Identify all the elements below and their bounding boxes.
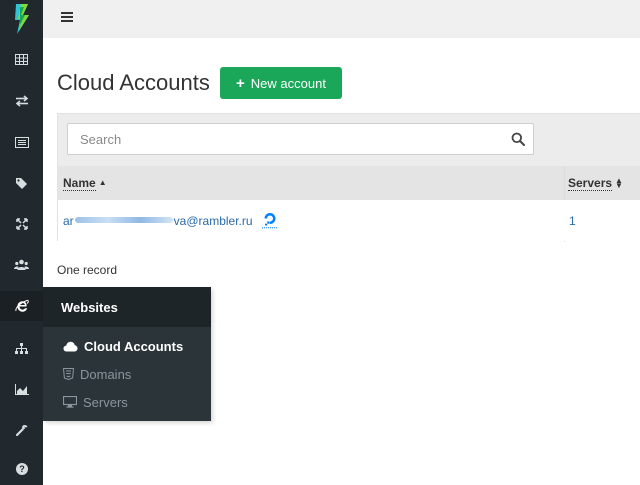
table-row: ar va@rambler.ru 1	[58, 200, 640, 241]
column-header-servers-label: Servers	[568, 176, 613, 191]
page-title: Cloud Accounts	[57, 70, 210, 95]
search-bar	[58, 114, 640, 166]
servers-count-link[interactable]: 1	[569, 214, 576, 228]
app-logo[interactable]	[0, 0, 43, 38]
record-count: One record	[57, 263, 118, 277]
accounts-panel: Name▲ Servers▲▼ ar va@rambler.ru 1	[57, 113, 640, 242]
sort-icon: ▲ ▼	[615, 176, 623, 190]
area-chart-icon[interactable]	[0, 374, 43, 404]
top-bar	[43, 0, 640, 38]
app-root: ? Cloud Accounts + New account Name▲	[0, 0, 640, 485]
hamburger-icon[interactable]	[61, 12, 73, 22]
cloud-icon	[63, 341, 78, 351]
email-suffix: va@rambler.ru	[173, 214, 253, 228]
column-header-name[interactable]: Name ▲	[63, 176, 107, 191]
search-input[interactable]	[80, 124, 500, 154]
websites-flyout-menu: Websites Cloud Accounts Domains Servers	[43, 287, 211, 421]
menu-item-servers[interactable]: Servers	[63, 393, 128, 411]
menu-item-label: Cloud Accounts	[84, 338, 184, 354]
column-header-name-label: Name	[63, 176, 96, 191]
search-box	[67, 123, 534, 155]
list-icon[interactable]	[0, 127, 43, 157]
menu-item-label: Domains	[80, 366, 132, 382]
sitemap-icon[interactable]	[0, 333, 43, 363]
plus-icon: +	[236, 74, 245, 92]
account-email-link[interactable]: ar va@rambler.ru	[63, 214, 253, 228]
question-circle-icon[interactable]: ?	[0, 454, 43, 484]
email-prefix: ar	[63, 214, 74, 228]
internet-explorer-icon[interactable]	[0, 291, 43, 321]
flyout-title: Websites	[43, 287, 211, 327]
digitalocean-icon	[262, 213, 278, 229]
exchange-icon[interactable]	[0, 86, 43, 116]
expand-icon[interactable]	[0, 209, 43, 239]
column-header-servers[interactable]: Servers ▲ ▼	[568, 176, 623, 191]
table-header: Name ▲ Servers ▲ ▼	[58, 166, 640, 200]
svg-text:?: ?	[19, 464, 25, 474]
new-account-button[interactable]: + New account	[220, 67, 342, 99]
desktop-icon	[63, 396, 77, 408]
menu-item-cloud-accounts[interactable]: Cloud Accounts	[63, 337, 183, 355]
sidebar: ?	[0, 0, 43, 485]
table-icon[interactable]	[0, 44, 43, 74]
users-icon[interactable]	[0, 250, 43, 280]
tag-icon[interactable]	[0, 168, 43, 198]
menu-item-domains[interactable]: Domains	[63, 365, 131, 383]
wrench-icon[interactable]	[0, 415, 43, 445]
search-icon[interactable]	[511, 132, 525, 146]
new-account-label: New account	[250, 75, 326, 91]
sort-asc-icon: ▲	[98, 178, 107, 187]
redacted-text	[74, 217, 173, 223]
menu-item-label: Servers	[83, 394, 128, 410]
html5-icon	[63, 368, 74, 380]
